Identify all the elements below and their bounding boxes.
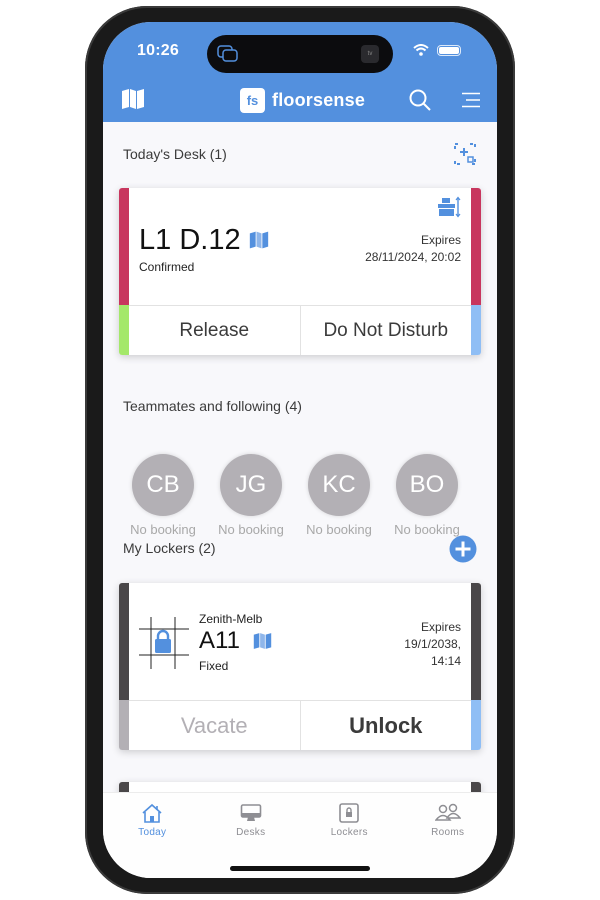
apple-tv-icon: tv [361,45,379,63]
teammate-status: No booking [306,522,372,537]
release-button[interactable]: Release [129,306,300,355]
map-location-icon[interactable] [253,632,272,650]
expires-time: 14:14 [430,654,461,668]
wifi-icon [413,44,429,56]
map-location-icon[interactable] [249,230,269,250]
vacate-button[interactable]: Vacate [129,701,300,750]
locker-card-second[interactable] [119,782,481,792]
avatar[interactable]: CB [132,454,194,516]
todays-desk-heading: Today's Desk (1) [123,146,227,162]
avatar[interactable]: KC [308,454,370,516]
teammate-item[interactable]: CB No booking [119,454,207,537]
people-icon [434,803,461,821]
map-icon[interactable] [121,88,145,110]
expires-value: 28/11/2024, 20:02 [365,250,461,264]
do-not-disturb-button[interactable]: Do Not Disturb [299,306,472,355]
teammate-item[interactable]: JG No booking [207,454,295,537]
home-indicator[interactable] [230,866,370,871]
unlock-button[interactable]: Unlock [299,701,472,750]
dnd-accent [471,305,481,355]
tab-label: Desks [236,827,266,838]
release-accent [119,305,129,355]
search-icon[interactable] [408,88,432,112]
brand: fs floorsense [240,88,365,113]
locker-status-stripe-right [471,583,481,700]
teammate-status: No booking [218,522,284,537]
lockers-heading: My Lockers (2) [123,540,216,556]
dynamic-island: tv [207,35,393,73]
status-indicators [413,44,461,56]
unlock-accent [471,700,481,750]
avatar[interactable]: JG [220,454,282,516]
battery-icon [437,44,461,56]
tab-label: Today [138,827,167,838]
tab-today[interactable]: Today [103,793,202,878]
locker-status-stripe [119,583,129,700]
screen-mirror-icon [217,45,238,62]
app-header: 10:26 tv fs floorsense [103,22,497,122]
teammates-list: CB No booking JG No booking KC No bookin… [119,454,471,537]
tab-rooms[interactable]: Rooms [399,793,498,878]
desk-status-stripe-right [471,188,481,305]
desk-status-stripe [119,188,129,305]
desk-status: Confirmed [139,260,195,274]
desk-title: L1 D.12 [139,224,241,256]
tab-label: Rooms [431,827,465,838]
monitor-icon [240,804,262,821]
locker-status-stripe-right [471,782,481,792]
locker-card[interactable]: Zenith-Melb A11 Fixed Expires 19/1/2038,… [119,583,481,750]
add-circle-icon[interactable] [449,535,477,563]
tab-bar: Today Desks Lockers Rooms [103,792,497,878]
desk-expiry: Expires 28/11/2024, 20:02 [365,232,461,266]
locker-title: A11 [199,627,240,654]
expires-date: 19/1/2038, [404,637,461,651]
standing-desk-icon[interactable] [437,196,461,218]
desk-booking-card[interactable]: L1 D.12 Confirmed Expires 28/11/2024, 20… [119,188,481,355]
desk-actions: Release Do Not Disturb [129,305,471,355]
locker-actions: Vacate Unlock [129,700,471,750]
locker-expiry: Expires 19/1/2038, 14:14 [404,619,461,670]
status-time: 10:26 [137,42,179,59]
today-content[interactable]: Today's Desk (1) L1 D.12 Confirmed Expir… [103,122,497,792]
avatar[interactable]: BO [396,454,458,516]
locker-icon [339,803,360,823]
locker-status: Fixed [199,659,229,673]
locker-location: Zenith-Melb [199,612,263,626]
tab-label: Lockers [330,827,368,838]
home-icon [142,803,162,823]
locker-status-stripe [119,782,129,792]
teammate-item[interactable]: BO No booking [383,454,471,537]
teammate-item[interactable]: KC No booking [295,454,383,537]
teammates-heading: Teammates and following (4) [123,398,302,414]
vacate-accent [119,700,129,750]
teammate-status: No booking [130,522,196,537]
brand-name: floorsense [272,90,366,110]
menu-icon[interactable] [460,92,482,108]
brand-logo: fs [240,88,265,113]
expires-label: Expires [420,620,461,634]
expires-label: Expires [420,233,461,247]
scan-add-icon[interactable] [453,142,477,166]
locker-grid-icon [139,617,189,669]
phone-screen: 10:26 tv fs floorsense Today's Desk (1) … [103,22,497,878]
